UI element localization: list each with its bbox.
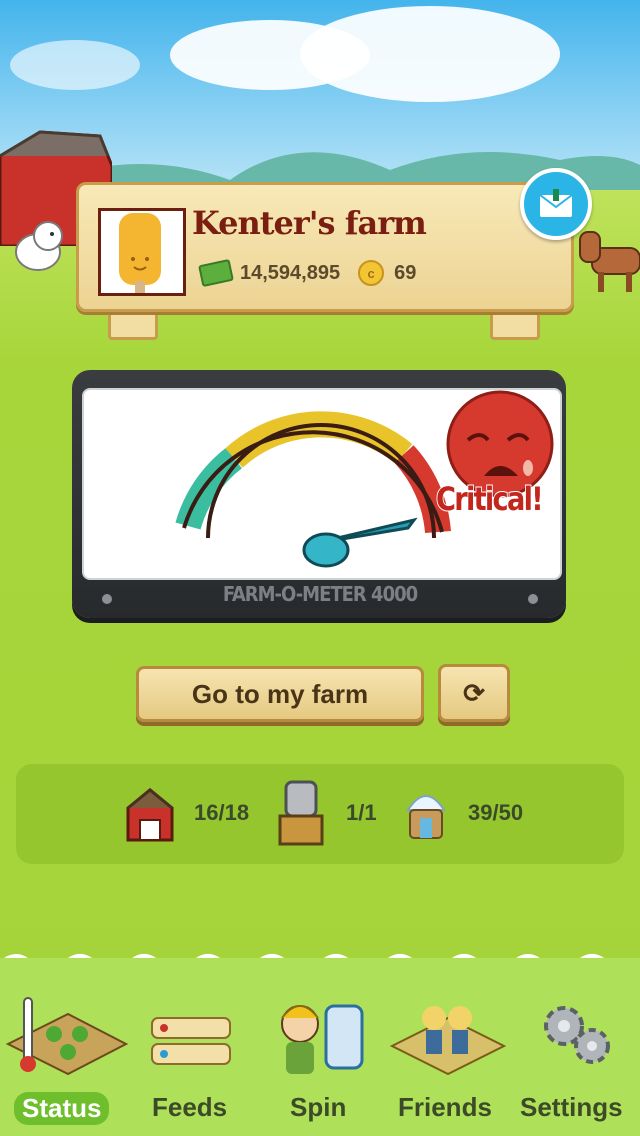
silo-icon [278, 780, 324, 846]
status-text: Critical! [435, 479, 544, 519]
tab-spin[interactable]: Spin [264, 990, 376, 1136]
meter-brand-label: FARM-O-METER 4000 [222, 582, 418, 606]
currency-row: 14,594,895 c 69 [198, 258, 417, 288]
go-to-farm-button[interactable]: Go to my farm [136, 666, 424, 722]
tab-feeds[interactable]: Feeds [136, 990, 246, 1136]
feeds-icon [151, 1017, 231, 1065]
message-button[interactable] [520, 168, 592, 240]
gears-icon [544, 1006, 610, 1064]
horse-decoration [579, 231, 640, 292]
refresh-icon: ⟳ [463, 677, 485, 708]
dog-decoration [15, 221, 63, 271]
tab-friends[interactable]: Friends [388, 990, 508, 1136]
gauge-needle-base [302, 532, 350, 568]
cloud [300, 6, 560, 102]
coin-icon: c [358, 260, 385, 286]
refresh-button[interactable]: ⟳ [438, 664, 510, 722]
cash-icon [198, 258, 234, 288]
thermometer-field-icon [5, 997, 128, 1076]
friends-icon [389, 1006, 507, 1076]
tab-friends-label: Friends [398, 1092, 492, 1122]
barn-icon [126, 788, 174, 842]
spin-icon [281, 1004, 364, 1074]
barn-count: 16/18 [194, 800, 250, 825]
popsicle-avatar-icon [119, 213, 161, 293]
avatar[interactable] [98, 208, 186, 296]
message-icon [539, 189, 573, 217]
tab-spin-label: Spin [290, 1092, 347, 1122]
cloud [10, 40, 140, 90]
silo-count: 1/1 [346, 800, 377, 825]
tab-settings[interactable]: Settings [514, 990, 640, 1136]
tab-feeds-label: Feeds [152, 1092, 228, 1122]
storage-count: 39/50 [468, 800, 524, 825]
storage-icon [406, 795, 446, 839]
tab-status[interactable]: Status [0, 990, 128, 1136]
cash-amount: 14,594,895 [240, 261, 341, 284]
tab-settings-label: Settings [520, 1092, 623, 1122]
farm-name: Kenter's farm [192, 204, 427, 242]
coin-amount: 69 [394, 261, 417, 284]
tab-status-label: Status [14, 1092, 110, 1125]
